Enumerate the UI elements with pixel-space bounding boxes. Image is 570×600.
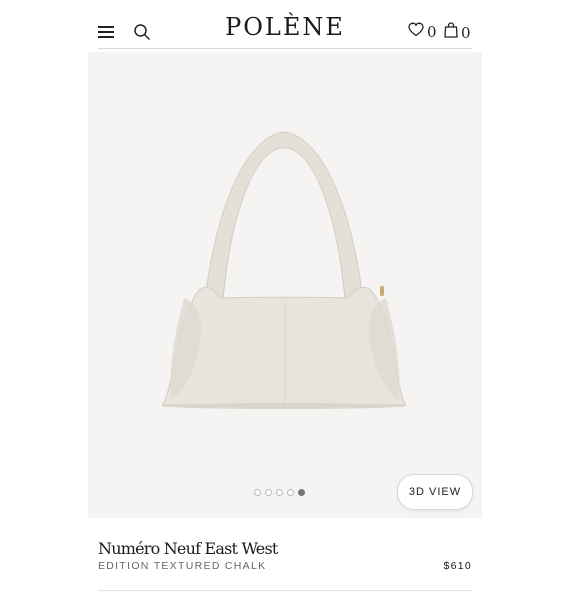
cart-count: 0 bbox=[461, 23, 471, 42]
carousel-dot[interactable] bbox=[287, 489, 294, 496]
product-info: Numéro Neuf East West EDITION TEXTURED C… bbox=[88, 518, 482, 600]
brand-logo[interactable]: POLÈNE bbox=[208, 13, 362, 41]
search-icon[interactable] bbox=[133, 23, 151, 41]
carousel-dot[interactable] bbox=[254, 489, 261, 496]
product-price: $610 bbox=[443, 560, 472, 572]
carousel-dot-active[interactable] bbox=[298, 489, 305, 496]
heart-icon bbox=[408, 22, 424, 42]
product-image[interactable] bbox=[88, 52, 482, 518]
wishlist-button[interactable]: 0 bbox=[408, 22, 437, 42]
product-page: POLÈNE 0 0 3D VIEW Numéro Neuf East West… bbox=[88, 0, 482, 600]
product-name[interactable]: Numéro Neuf East West bbox=[98, 539, 278, 558]
product-edition: EDITION TEXTURED CHALK bbox=[98, 560, 267, 572]
site-header: POLÈNE 0 0 bbox=[88, 0, 482, 52]
menu-icon[interactable] bbox=[98, 24, 116, 40]
3d-view-button[interactable]: 3D VIEW bbox=[397, 474, 473, 510]
cart-button[interactable]: 0 bbox=[444, 22, 471, 43]
product-gallery[interactable]: 3D VIEW bbox=[88, 52, 482, 518]
info-divider bbox=[98, 590, 472, 591]
carousel-pagination bbox=[254, 489, 305, 496]
wishlist-count: 0 bbox=[427, 23, 437, 41]
header-divider bbox=[98, 48, 472, 49]
carousel-dot[interactable] bbox=[265, 489, 272, 496]
carousel-dot[interactable] bbox=[276, 489, 283, 496]
bag-icon bbox=[444, 22, 458, 43]
